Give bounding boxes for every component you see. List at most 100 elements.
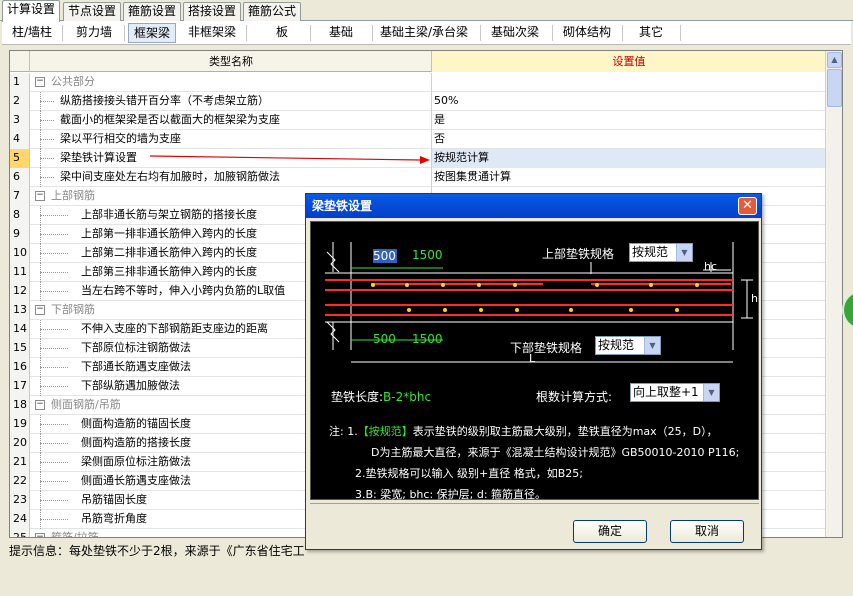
table-row[interactable]: 1− 公共部分: [10, 73, 826, 92]
subtab-foundation-main-beam[interactable]: 基础主梁/承台梁: [374, 23, 474, 43]
row-number: 21: [10, 453, 30, 472]
collapse-icon[interactable]: −: [35, 191, 45, 201]
tree-line: [40, 272, 68, 273]
row-label: 截面小的框架梁是否以截面大的框架梁为支座: [60, 113, 280, 126]
beam-spacer-dialog: 梁垫铁设置 ✕ 500 1500 500 1500 hc L h 上部垫铁规格 …: [305, 193, 762, 550]
row-number: 5: [10, 149, 30, 168]
row-name-cell[interactable]: 梁以平行相交的墙为支座: [31, 130, 432, 149]
row-number: 1: [10, 73, 30, 92]
dim-h: h: [751, 292, 758, 305]
top-tab-bar: 计算设置 节点设置 箍筋设置 搭接设置 箍筋公式: [0, 0, 853, 22]
tree-line: [40, 519, 68, 520]
vertical-scrollbar[interactable]: ▲: [825, 51, 842, 537]
subtab-non-frame-beam[interactable]: 非框架梁: [182, 23, 242, 43]
row-value-cell[interactable]: 按图集贯通计算: [432, 168, 826, 187]
table-row[interactable]: 2 纵筋搭接接头错开百分率（不考虑架立筋） 50%: [10, 92, 826, 111]
divider: [124, 25, 125, 41]
tree-line: [40, 462, 68, 463]
collapse-icon[interactable]: −: [35, 533, 45, 537]
row-number: 19: [10, 415, 30, 434]
chevron-down-icon[interactable]: ▼: [644, 337, 660, 354]
close-icon[interactable]: ✕: [738, 197, 757, 215]
tree-line: [40, 101, 54, 102]
tab-node-settings[interactable]: 节点设置: [63, 2, 121, 21]
ok-button[interactable]: 确定: [573, 520, 647, 543]
tree-line: [40, 120, 54, 121]
row-number: 8: [10, 206, 30, 225]
row-number: 25: [10, 529, 30, 537]
tree-line: [40, 253, 68, 254]
subtab-slab[interactable]: 板: [254, 23, 310, 43]
subtab-other[interactable]: 其它: [626, 23, 676, 43]
divider: [680, 25, 681, 41]
row-value-cell[interactable]: 50%: [432, 92, 826, 111]
row-number: 22: [10, 472, 30, 491]
row-label: 吊筋锚固长度: [81, 493, 147, 506]
cancel-button[interactable]: 取消: [670, 520, 744, 543]
scroll-thumb[interactable]: [827, 69, 842, 107]
subtab-masonry[interactable]: 砌体结构: [556, 23, 618, 43]
top-spec-select[interactable]: 按规范 ▼: [629, 243, 693, 262]
row-name-cell[interactable]: − 公共部分: [31, 73, 432, 92]
collapse-icon[interactable]: −: [35, 305, 45, 315]
tab-calc-settings[interactable]: 计算设置: [2, 0, 60, 22]
row-value-cell[interactable]: 按规范计算: [432, 149, 826, 168]
tree-line: [40, 177, 54, 178]
top-spec-value: 按规范: [632, 245, 669, 259]
row-number: 20: [10, 434, 30, 453]
subtab-frame-beam[interactable]: 框架梁: [128, 23, 176, 43]
row-name-cell[interactable]: 截面小的框架梁是否以截面大的框架梁为支座: [31, 111, 432, 130]
row-label: 不伸入支座的下部钢筋距支座边的距离: [81, 322, 268, 335]
row-value-cell[interactable]: 否: [432, 130, 826, 149]
row-label: 下部原位标注钢筋做法: [81, 341, 191, 354]
row-label: 梁侧面原位标注筋做法: [81, 455, 191, 468]
bottom-spec-value: 按规范: [598, 338, 635, 352]
hint-text: 提示信息：每处垫铁不少于2根，来源于《广东省住宅工: [9, 544, 305, 558]
dim-500-bottom: 500: [373, 332, 396, 346]
row-number: 7: [10, 187, 30, 206]
tab-stirrup-formula[interactable]: 箍筋公式: [243, 2, 301, 21]
note-1b: D为主筋最大直径，来源于《混凝土结构设计规范》GB50010-2010 P116…: [371, 446, 740, 459]
collapse-icon[interactable]: −: [35, 77, 45, 87]
row-name-cell[interactable]: 梁中间支座处左右均有加腋时，加腋钢筋做法: [31, 168, 432, 187]
bottom-spec-label: 下部垫铁规格: [510, 341, 583, 355]
table-row[interactable]: 6 梁中间支座处左右均有加腋时，加腋钢筋做法 按图集贯通计算: [10, 168, 826, 187]
tab-lap-settings[interactable]: 搭接设置: [183, 2, 241, 21]
dim-500-top-field[interactable]: 500: [373, 249, 397, 263]
table-row[interactable]: 4 梁以平行相交的墙为支座 否: [10, 130, 826, 149]
tab-stirrup-settings[interactable]: 箍筋设置: [123, 2, 181, 21]
row-number: 18: [10, 396, 30, 415]
grid-header: 类型名称 设置值: [10, 51, 826, 72]
row-number: 12: [10, 282, 30, 301]
tree-line: [40, 329, 68, 330]
divider: [62, 25, 63, 41]
tree-line: [40, 367, 68, 368]
tree-line: [40, 291, 68, 292]
row-label: 下部通长筋遇支座做法: [81, 360, 191, 373]
row-label: 纵筋搭接接头错开百分率（不考虑架立筋）: [60, 94, 269, 107]
table-row[interactable]: 3 截面小的框架梁是否以截面大的框架梁为支座 是: [10, 111, 826, 130]
header-type-name[interactable]: 类型名称: [31, 51, 432, 72]
side-widget-icon[interactable]: [842, 290, 853, 330]
header-setting-value[interactable]: 设置值: [432, 51, 826, 72]
row-value-cell[interactable]: 是: [432, 111, 826, 130]
subtab-column[interactable]: 柱/墙柱: [6, 23, 58, 43]
scroll-up-icon[interactable]: ▲: [827, 52, 842, 68]
row-value-cell[interactable]: [432, 73, 826, 92]
row-label: 上部非通长筋与架立钢筋的搭接长度: [81, 208, 257, 221]
tree-line: [40, 215, 68, 216]
count-select[interactable]: 向上取整+1 ▼: [630, 383, 720, 402]
subtab-foundation-secondary-beam[interactable]: 基础次梁: [484, 23, 546, 43]
subtab-shear-wall[interactable]: 剪力墙: [68, 23, 120, 43]
collapse-icon[interactable]: −: [35, 400, 45, 410]
row-name-cell[interactable]: 纵筋搭接接头错开百分率（不考虑架立筋）: [31, 92, 432, 111]
length-row: 垫铁长度:B-2*bhc: [331, 388, 431, 405]
row-number: 14: [10, 320, 30, 339]
note-1-highlight: 【按规范】: [357, 425, 413, 438]
row-label: 吊筋弯折角度: [81, 512, 147, 525]
subtab-foundation[interactable]: 基础: [314, 23, 368, 43]
chevron-down-icon[interactable]: ▼: [703, 384, 719, 401]
divider: [622, 25, 623, 41]
bottom-spec-select[interactable]: 按规范 ▼: [595, 336, 661, 355]
chevron-down-icon[interactable]: ▼: [676, 244, 692, 261]
